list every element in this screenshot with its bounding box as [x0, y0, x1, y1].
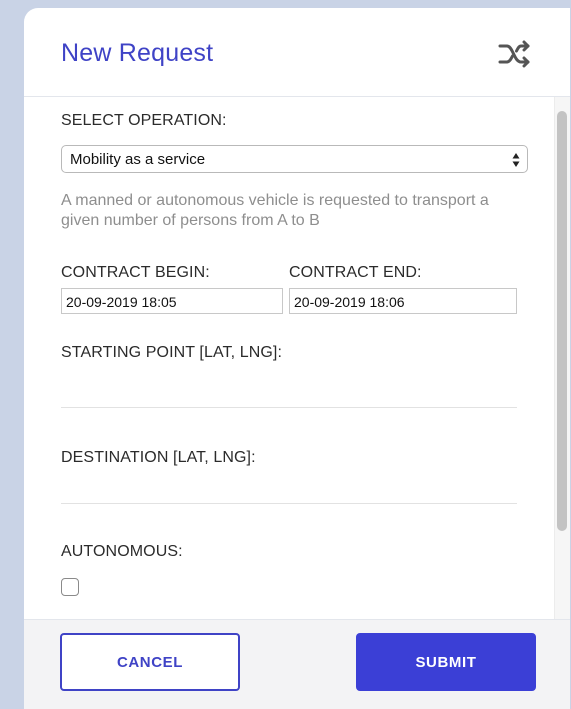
- modal-footer: CANCEL SUBMIT: [24, 619, 570, 709]
- select-operation-label: SELECT OPERATION:: [61, 112, 227, 129]
- contract-end-input[interactable]: 20-09-2019 18:06: [289, 288, 517, 314]
- starting-point-label: STARTING POINT [LAT, LNG]:: [61, 344, 283, 361]
- shuffle-icon[interactable]: [498, 40, 534, 68]
- contract-begin-input[interactable]: 20-09-2019 18:05: [61, 288, 283, 314]
- operation-description: A manned or autonomous vehicle is reques…: [61, 192, 489, 229]
- contract-end-label: CONTRACT END:: [289, 264, 422, 281]
- cancel-button[interactable]: CANCEL: [60, 633, 240, 691]
- scrollbar-thumb[interactable]: [557, 111, 567, 531]
- starting-point-underline: [61, 407, 517, 408]
- operation-select-value: Mobility as a service: [70, 151, 206, 168]
- operation-select[interactable]: Mobility as a service: [61, 145, 528, 173]
- destination-underline: [61, 503, 517, 504]
- modal-title: New Request: [61, 39, 214, 67]
- autonomous-label: AUTONOMOUS:: [61, 543, 183, 560]
- submit-button[interactable]: SUBMIT: [356, 633, 536, 691]
- modal-body: SELECT OPERATION: Mobility as a service …: [24, 97, 570, 619]
- starting-point-input[interactable]: [61, 377, 517, 405]
- destination-label: DESTINATION [LAT, LNG]:: [61, 449, 256, 466]
- modal-header: New Request: [24, 8, 570, 97]
- contract-begin-label: CONTRACT BEGIN:: [61, 264, 210, 281]
- autonomous-checkbox[interactable]: [61, 578, 79, 596]
- destination-input[interactable]: [61, 474, 517, 502]
- new-request-modal: New Request SELECT OPERATION: Mobility a…: [24, 8, 570, 709]
- select-arrows-icon: [512, 152, 520, 168]
